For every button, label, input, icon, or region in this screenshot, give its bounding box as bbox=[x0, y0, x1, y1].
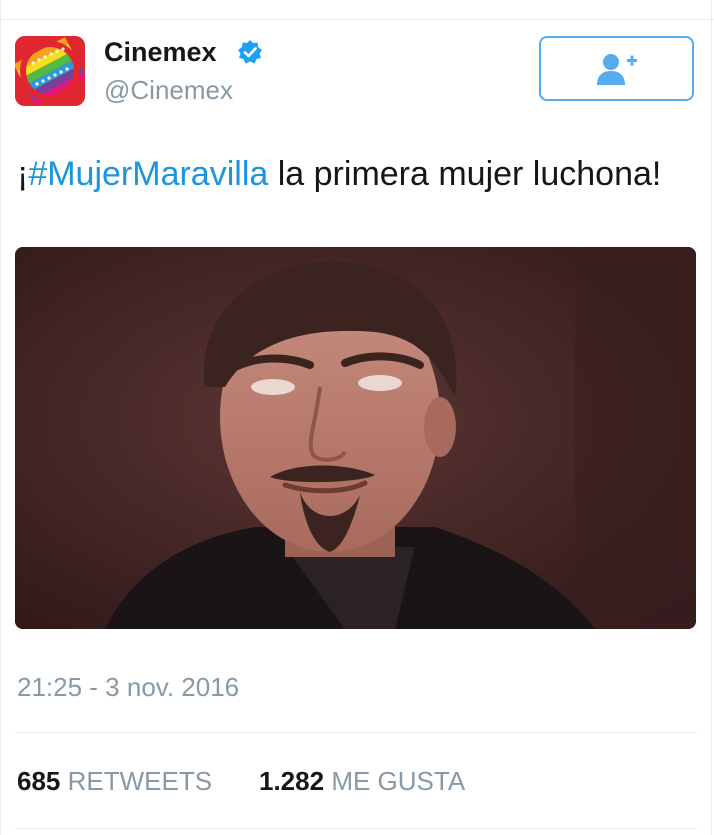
cinemex-logo-icon bbox=[15, 36, 85, 106]
hashtag-link[interactable]: #MujerMaravilla bbox=[28, 155, 268, 193]
likes-label: ME GUSTA bbox=[331, 766, 466, 796]
tweet-card: Cinemex @Cinemex ¡#MujerMaravilla la pri… bbox=[0, 0, 714, 835]
avatar[interactable] bbox=[15, 36, 85, 106]
photo-image bbox=[15, 247, 696, 629]
retweets-label: RETWEETS bbox=[67, 766, 213, 796]
likes-count: 1.282 bbox=[259, 766, 325, 796]
retweets-stat[interactable]: 685 RETWEETS bbox=[17, 766, 212, 796]
follow-button[interactable] bbox=[539, 36, 694, 101]
add-user-icon bbox=[596, 53, 637, 85]
top-divider bbox=[1, 19, 714, 20]
display-name[interactable]: Cinemex bbox=[104, 36, 217, 68]
tweet-timestamp[interactable]: 21:25 - 3 nov. 2016 bbox=[17, 671, 239, 703]
tweet-photo[interactable] bbox=[15, 247, 696, 629]
tweet-stats: 685 RETWEETS 1.282 ME GUSTA bbox=[17, 765, 465, 797]
likes-stat[interactable]: 1.282 ME GUSTA bbox=[259, 765, 465, 797]
user-handle[interactable]: @Cinemex bbox=[104, 75, 233, 105]
retweets-count: 685 bbox=[17, 766, 61, 796]
tweet-text: ¡#MujerMaravilla la primera mujer luchon… bbox=[17, 152, 661, 196]
tweet-text-prefix: ¡ bbox=[17, 155, 29, 193]
divider bbox=[15, 828, 697, 829]
verified-badge-icon bbox=[238, 40, 262, 64]
tweet-text-body: la primera mujer luchona! bbox=[268, 155, 662, 193]
divider bbox=[15, 732, 697, 733]
